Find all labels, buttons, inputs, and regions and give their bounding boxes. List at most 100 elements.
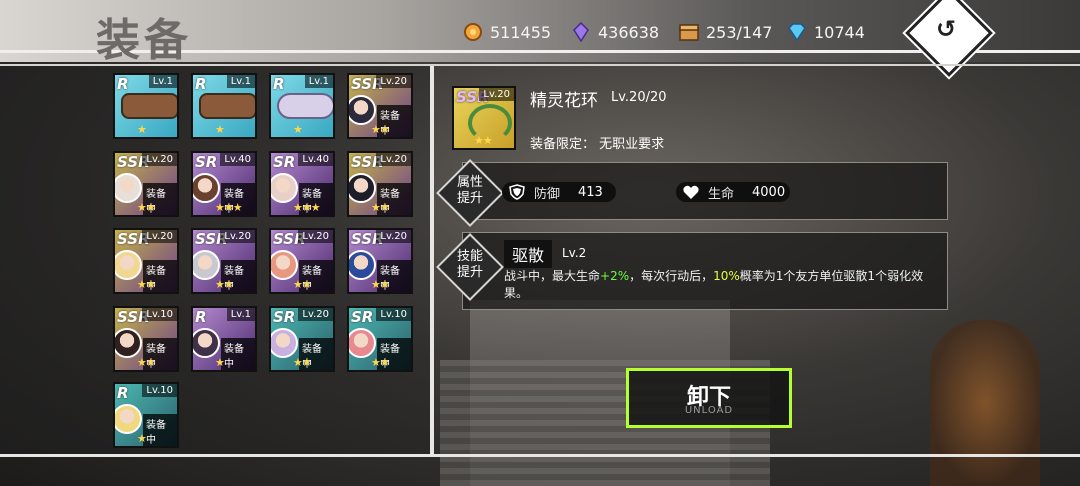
card-level: Lv.10 bbox=[142, 308, 177, 321]
attribute-label-line1: 属性 bbox=[456, 175, 483, 190]
divider-bottom bbox=[0, 454, 1080, 457]
character-avatar bbox=[271, 328, 298, 358]
diamond-resource: 10744 bbox=[786, 22, 865, 42]
character-avatar bbox=[271, 250, 298, 280]
card-level: Lv.20 bbox=[298, 230, 333, 243]
character-avatar bbox=[193, 328, 220, 358]
card-rarity: R bbox=[195, 75, 207, 93]
item-name: 精灵花环 bbox=[530, 91, 598, 111]
card-rarity: SR bbox=[273, 153, 296, 171]
selected-icon-level: Lv.20 bbox=[479, 88, 514, 101]
card-stars: ★ bbox=[215, 123, 225, 136]
card-level: Lv.1 bbox=[304, 75, 333, 88]
character-avatar bbox=[115, 173, 142, 203]
card-stars: ★★ bbox=[137, 278, 156, 291]
character-avatar bbox=[115, 404, 142, 434]
card-level: Lv.1 bbox=[226, 75, 255, 88]
card-stars: ★★ bbox=[215, 278, 234, 291]
chest-resource: 253/147 bbox=[678, 22, 772, 42]
card-level: Lv.20 bbox=[298, 308, 333, 321]
equipment-card[interactable]: R Lv.1 ★ bbox=[191, 73, 257, 139]
selected-item-icon: SSR Lv.20 ★★ bbox=[452, 86, 516, 150]
equipment-card[interactable]: SSR Lv.20 装备中 ★★ bbox=[191, 228, 257, 294]
equipment-card[interactable]: SSR Lv.20 装备中 ★★ bbox=[347, 151, 413, 217]
heart-icon bbox=[683, 185, 699, 199]
card-level: Lv.40 bbox=[220, 153, 255, 166]
defense-value: 413 bbox=[578, 184, 603, 200]
equipment-card[interactable]: SR Lv.40 装备中 ★★★ bbox=[269, 151, 335, 217]
hp-stat: 生命 4000 bbox=[676, 182, 790, 202]
equipment-card[interactable]: SSR Lv.20 装备中 ★★ bbox=[347, 228, 413, 294]
skill-label-line1: 技能 bbox=[456, 249, 483, 264]
skill-label-line2: 提升 bbox=[456, 265, 483, 280]
card-level: Lv.20 bbox=[142, 230, 177, 243]
equipment-card[interactable]: R Lv.1 ★ bbox=[113, 73, 179, 139]
diamond-value: 10744 bbox=[814, 22, 865, 42]
hp-label: 生命 bbox=[708, 186, 735, 202]
card-stars: ★★ bbox=[293, 356, 312, 369]
skill-desc-hp: +2% bbox=[600, 269, 630, 283]
skill-badge-label: 技能 提升 bbox=[452, 249, 488, 281]
ribbon-art bbox=[277, 93, 333, 119]
card-stars: ★★★ bbox=[215, 201, 243, 214]
card-stars: ★ bbox=[215, 356, 225, 369]
shield-icon bbox=[509, 184, 525, 200]
card-stars: ★★ bbox=[137, 356, 156, 369]
belt-art bbox=[121, 93, 177, 119]
equipment-card[interactable]: SSR Lv.20 装备中 ★★ bbox=[347, 73, 413, 139]
blue-diamond-icon bbox=[788, 23, 806, 42]
card-level: Lv.1 bbox=[226, 308, 255, 321]
background-window bbox=[930, 320, 1040, 486]
card-level: Lv.20 bbox=[142, 153, 177, 166]
card-level: Lv.20 bbox=[376, 75, 411, 88]
card-rarity: SR bbox=[195, 153, 218, 171]
equipment-card[interactable]: R Lv.10 装备中 ★ bbox=[113, 382, 179, 448]
character-avatar bbox=[115, 250, 142, 280]
skill-name: 驱散 bbox=[504, 240, 553, 268]
card-level: Lv.20 bbox=[220, 230, 255, 243]
card-stars: ★★ bbox=[371, 201, 390, 214]
coin-value: 511455 bbox=[490, 22, 552, 42]
equipment-card[interactable]: SR Lv.40 装备中 ★★★ bbox=[191, 151, 257, 217]
equipped-badge: 装备中 bbox=[143, 414, 177, 446]
page-title: 装备 bbox=[96, 15, 192, 66]
skill-level: Lv.2 bbox=[562, 246, 587, 260]
card-rarity: R bbox=[117, 75, 129, 93]
character-avatar bbox=[271, 173, 298, 203]
defense-stat: 防御 413 bbox=[502, 182, 616, 202]
card-stars: ★★ bbox=[293, 278, 312, 291]
unload-button[interactable]: 卸下 UNLOAD bbox=[626, 368, 792, 428]
card-rarity: R bbox=[117, 384, 129, 402]
equipment-card[interactable]: SR Lv.10 装备中 ★★ bbox=[347, 306, 413, 372]
equipment-card[interactable]: SSR Lv.20 装备中 ★★ bbox=[113, 228, 179, 294]
selected-stars: ★★ bbox=[474, 134, 493, 147]
card-level: Lv.20 bbox=[376, 230, 411, 243]
card-stars: ★★ bbox=[371, 356, 390, 369]
card-rarity: R bbox=[195, 308, 207, 326]
character-avatar bbox=[193, 173, 220, 203]
card-stars: ★★★ bbox=[293, 201, 321, 214]
character-avatar bbox=[349, 173, 376, 203]
equipment-card[interactable]: R Lv.1 装备中 ★ bbox=[191, 306, 257, 372]
treasure-chest-icon bbox=[679, 24, 699, 41]
return-icon[interactable]: ↺ bbox=[931, 14, 961, 44]
card-stars: ★★ bbox=[137, 201, 156, 214]
equipment-card[interactable]: SSR Lv.20 装备中 ★★ bbox=[269, 228, 335, 294]
equipment-card[interactable]: R Lv.1 ★ bbox=[269, 73, 335, 139]
equipped-badge: 装备中 bbox=[221, 338, 255, 370]
character-avatar bbox=[193, 250, 220, 280]
skill-desc-part1: 战斗中，最大生命 bbox=[504, 269, 601, 283]
hp-value: 4000 bbox=[752, 184, 786, 200]
panel-divider bbox=[430, 66, 434, 456]
belt-art bbox=[199, 93, 255, 119]
equipment-card[interactable]: SR Lv.20 装备中 ★★ bbox=[269, 306, 335, 372]
equipment-card[interactable]: SSR Lv.10 装备中 ★★ bbox=[113, 306, 179, 372]
card-rarity: SR bbox=[273, 308, 296, 326]
defense-label: 防御 bbox=[534, 186, 561, 202]
card-stars: ★ bbox=[137, 432, 147, 445]
equipment-card[interactable]: SSR Lv.20 装备中 ★★ bbox=[113, 151, 179, 217]
coin-icon bbox=[464, 23, 482, 41]
unload-sublabel: UNLOAD bbox=[684, 405, 734, 416]
purple-crystal-icon bbox=[573, 22, 589, 42]
card-stars: ★★ bbox=[371, 278, 390, 291]
